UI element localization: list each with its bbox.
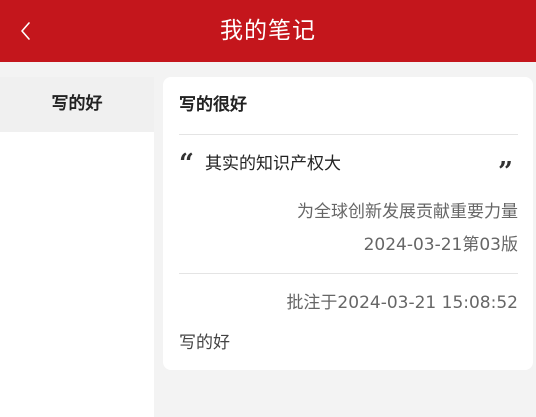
page-title: 我的笔记	[220, 18, 316, 44]
source-date: 2024-03-21第03版	[363, 235, 518, 255]
note-category-list: 写的好	[0, 77, 154, 417]
quoted-text: 其实的知识产权大	[205, 154, 341, 174]
annotation-timestamp: 批注于2024-03-21 15:08:52	[286, 293, 518, 313]
note-title: 写的很好	[179, 95, 247, 115]
divider	[179, 134, 518, 135]
category-item-selected[interactable]: 写的好	[0, 77, 154, 132]
divider	[179, 273, 518, 274]
open-quote-icon: “	[179, 149, 194, 179]
top-bar: 我的笔记	[0, 0, 536, 62]
close-quote-icon: ”	[498, 157, 513, 187]
annotation-text: 写的好	[179, 333, 230, 353]
source-article-title: 为全球创新发展贡献重要力量	[297, 202, 518, 222]
note-card[interactable]: 写的很好 “ 其实的知识产权大 ” 为全球创新发展贡献重要力量 2024-03-…	[163, 77, 533, 370]
